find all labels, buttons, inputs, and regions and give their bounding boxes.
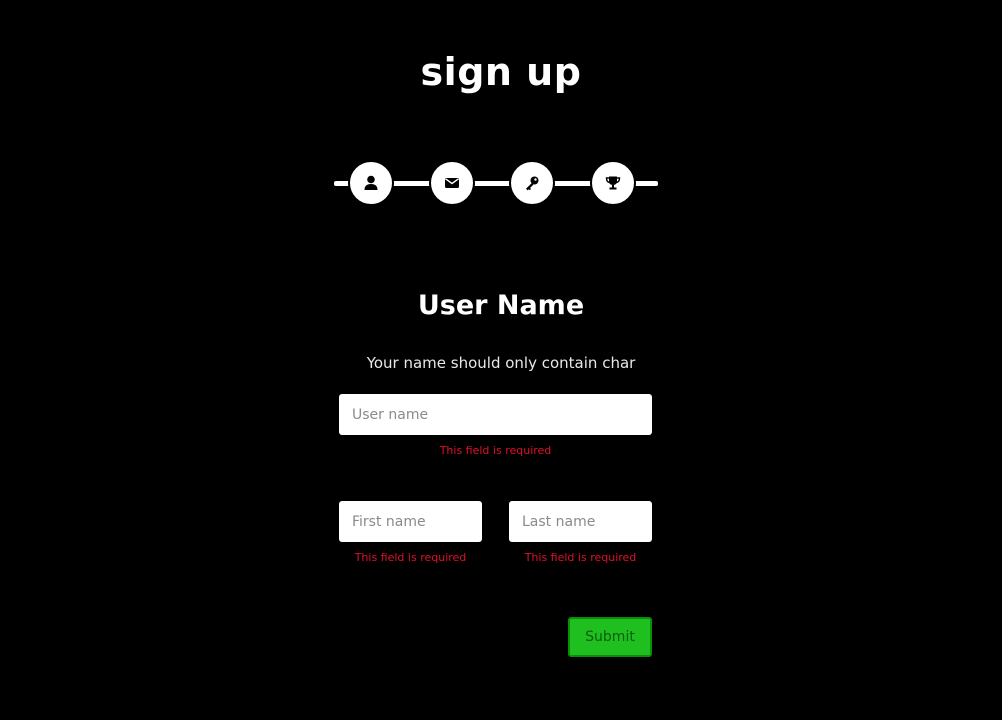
trophy-icon: [605, 176, 621, 190]
user-icon: [364, 175, 378, 190]
step-complete[interactable]: [590, 160, 636, 206]
step-user[interactable]: [348, 160, 394, 206]
last-name-error: This field is required: [524, 551, 637, 564]
first-name-input[interactable]: [339, 501, 482, 542]
signup-page: sign up User Name Your name should only …: [0, 0, 1002, 720]
submit-button[interactable]: Submit: [568, 617, 652, 657]
section-title: User Name: [417, 290, 585, 321]
first-name-error: This field is required: [354, 551, 467, 564]
page-title: sign up: [420, 50, 582, 94]
username-input[interactable]: [339, 394, 652, 435]
username-error: This field is required: [439, 444, 552, 457]
envelope-icon: [445, 178, 459, 188]
step-email[interactable]: [429, 160, 475, 206]
section-subtitle: Your name should only contain char: [366, 354, 636, 372]
progress-stepper: [334, 160, 658, 206]
last-name-input[interactable]: [509, 501, 652, 542]
step-password[interactable]: [509, 160, 555, 206]
key-icon: [526, 176, 539, 191]
